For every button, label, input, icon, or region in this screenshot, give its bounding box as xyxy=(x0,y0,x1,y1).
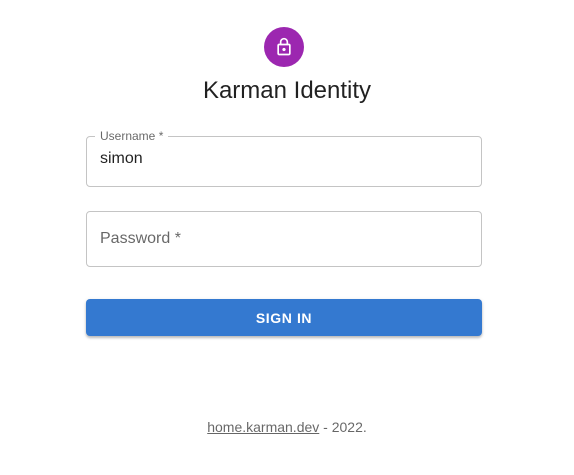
sign-in-button[interactable]: SIGN IN xyxy=(86,299,482,336)
footer: home.karman.dev - 2022. xyxy=(0,417,574,437)
page-title: Karman Identity xyxy=(202,77,372,104)
username-input[interactable] xyxy=(100,131,466,187)
footer-copyright: - 2022. xyxy=(319,419,367,435)
username-field: Username * xyxy=(86,130,482,187)
password-input[interactable] xyxy=(100,211,466,267)
lock-icon xyxy=(274,37,294,57)
home-link[interactable]: home.karman.dev xyxy=(207,419,319,435)
login-page: Karman Identity Username * SIGN IN home.… xyxy=(0,0,574,475)
password-field xyxy=(86,211,482,267)
avatar xyxy=(264,27,304,67)
